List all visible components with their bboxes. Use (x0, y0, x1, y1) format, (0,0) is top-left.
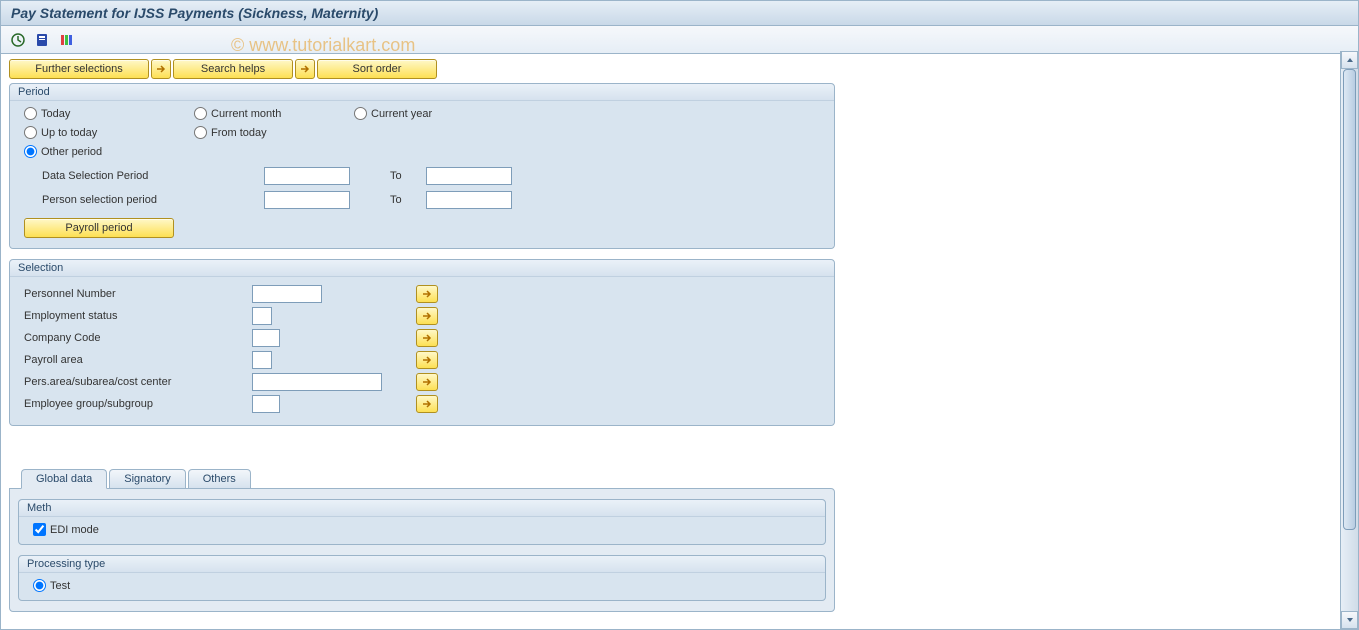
selection-label: Company Code (24, 332, 252, 344)
data-to-label: To (390, 170, 426, 182)
selection-row: Employment status (24, 305, 824, 327)
multiple-selection-icon[interactable] (416, 285, 438, 303)
multiple-selection-icon[interactable] (416, 373, 438, 391)
selection-input[interactable] (252, 285, 322, 303)
selection-input[interactable] (252, 329, 280, 347)
radio-today[interactable]: Today (24, 107, 194, 120)
test-radio-row[interactable]: Test (33, 579, 815, 592)
radio-today-label: Today (41, 108, 70, 120)
sort-order-button[interactable]: Sort order (317, 59, 437, 79)
period-group: Period Today Current month Current year (9, 83, 835, 249)
radio-current-year-label: Current year (371, 108, 432, 120)
period-group-title: Period (10, 84, 834, 101)
scrollbar-track[interactable] (1341, 69, 1358, 611)
selection-label: Personnel Number (24, 288, 252, 300)
person-selection-label: Person selection period (24, 194, 264, 206)
multiple-selection-icon[interactable] (416, 307, 438, 325)
selection-row: Pers.area/subarea/cost center (24, 371, 824, 393)
radio-current-month[interactable]: Current month (194, 107, 354, 120)
person-selection-to-input[interactable] (426, 191, 512, 209)
multiple-selection-icon[interactable] (416, 329, 438, 347)
radio-from-today[interactable]: From today (194, 126, 267, 139)
further-selections-label: Further selections (35, 63, 122, 75)
data-selection-label: Data Selection Period (24, 170, 264, 182)
payroll-period-button[interactable]: Payroll period (24, 218, 174, 238)
selection-input[interactable] (252, 307, 272, 325)
radio-current-month-label: Current month (211, 108, 281, 120)
radio-other-period[interactable]: Other period (24, 145, 102, 158)
selection-row: Employee group/subgroup (24, 393, 824, 415)
tab-global-data[interactable]: Global data (21, 469, 107, 489)
top-button-row: Further selections Search helps Sort ord… (9, 59, 1340, 79)
edi-mode-label: EDI mode (50, 524, 99, 536)
test-radio[interactable] (33, 579, 46, 592)
selection-row: Company Code (24, 327, 824, 349)
radio-today-input[interactable] (24, 107, 37, 120)
execute-icon[interactable] (9, 31, 27, 49)
radio-current-year-input[interactable] (354, 107, 367, 120)
selection-input[interactable] (252, 373, 382, 391)
variant-icon[interactable] (33, 31, 51, 49)
multiple-selection-icon[interactable] (416, 395, 438, 413)
processing-type-group: Processing type Test (18, 555, 826, 601)
selection-label: Employment status (24, 310, 252, 322)
radio-other-period-input[interactable] (24, 145, 37, 158)
search-helps-label: Search helps (201, 63, 265, 75)
sort-order-label: Sort order (353, 63, 402, 75)
selection-label: Pers.area/subarea/cost center (24, 376, 252, 388)
test-label: Test (50, 580, 70, 592)
person-selection-from-input[interactable] (264, 191, 350, 209)
selection-group-title: Selection (10, 260, 834, 277)
radio-current-year[interactable]: Current year (354, 107, 432, 120)
payroll-period-label: Payroll period (65, 222, 132, 234)
radio-from-today-input[interactable] (194, 126, 207, 139)
selection-input[interactable] (252, 351, 272, 369)
tab-strip: Global dataSignatoryOthers (21, 466, 1340, 488)
scroll-down-button[interactable] (1341, 611, 1358, 629)
report-list-icon[interactable] (57, 31, 75, 49)
selection-row: Personnel Number (24, 283, 824, 305)
tab-signatory[interactable]: Signatory (109, 469, 185, 488)
selection-label: Employee group/subgroup (24, 398, 252, 410)
multiple-selection-icon[interactable] (416, 351, 438, 369)
sort-order-arrow-button[interactable] (295, 59, 315, 79)
tab-others[interactable]: Others (188, 469, 251, 488)
selection-row: Payroll area (24, 349, 824, 371)
person-to-label: To (390, 194, 426, 206)
window-title-bar: Pay Statement for IJSS Payments (Sicknes… (1, 1, 1358, 26)
content-area: Further selections Search helps Sort ord… (1, 51, 1340, 629)
vertical-scrollbar[interactable] (1340, 51, 1358, 629)
search-helps-button[interactable]: Search helps (173, 59, 293, 79)
radio-up-to-today[interactable]: Up to today (24, 126, 194, 139)
page-title: Pay Statement for IJSS Payments (Sicknes… (11, 5, 378, 21)
data-selection-to-input[interactable] (426, 167, 512, 185)
search-helps-arrow-button[interactable] (151, 59, 171, 79)
selection-label: Payroll area (24, 354, 252, 366)
edi-mode-checkbox-row[interactable]: EDI mode (33, 523, 815, 536)
radio-other-period-label: Other period (41, 146, 102, 158)
edi-mode-checkbox[interactable] (33, 523, 46, 536)
radio-up-to-today-input[interactable] (24, 126, 37, 139)
tab-panel-global-data: Meth EDI mode Processing type Test (9, 488, 835, 612)
radio-from-today-label: From today (211, 127, 267, 139)
meth-title: Meth (19, 500, 825, 517)
scroll-up-button[interactable] (1341, 51, 1358, 69)
processing-type-title: Processing type (19, 556, 825, 573)
radio-up-to-today-label: Up to today (41, 127, 97, 139)
meth-group: Meth EDI mode (18, 499, 826, 545)
radio-current-month-input[interactable] (194, 107, 207, 120)
selection-group: Selection Personnel Number Employment sta… (9, 259, 835, 426)
scrollbar-thumb[interactable] (1343, 69, 1356, 530)
selection-input[interactable] (252, 395, 280, 413)
data-selection-from-input[interactable] (264, 167, 350, 185)
further-selections-button[interactable]: Further selections (9, 59, 149, 79)
app-toolbar (1, 26, 1358, 54)
